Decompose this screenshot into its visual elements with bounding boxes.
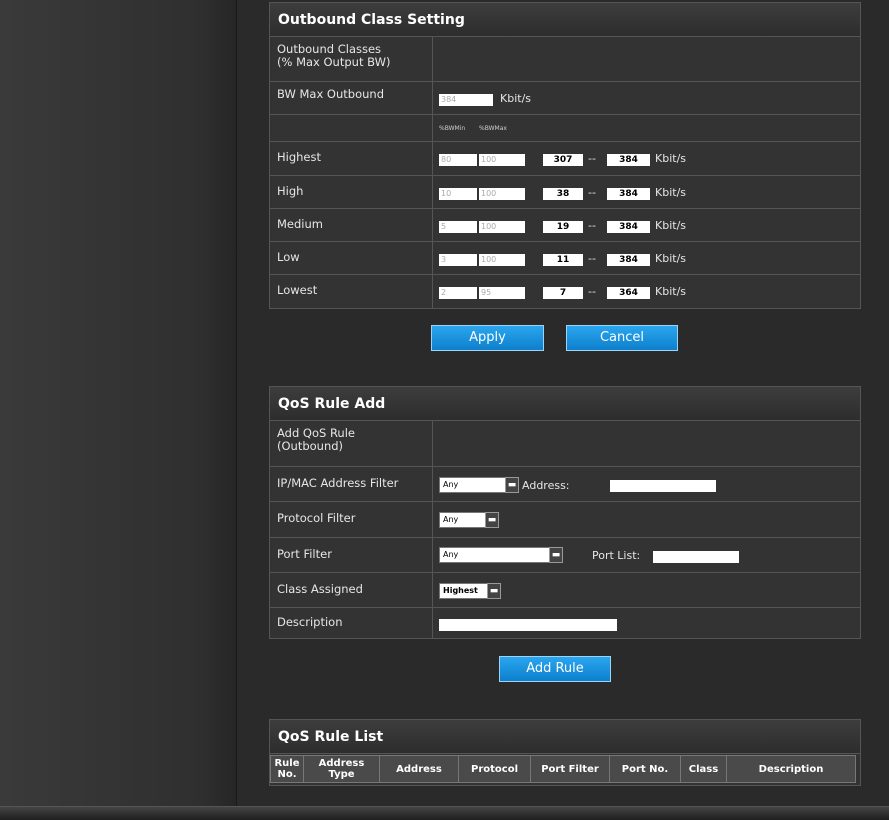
- port-filter-label: Port Filter: [270, 538, 433, 572]
- bw-min-input[interactable]: 3: [439, 254, 477, 266]
- bw-max-outbound-label: BW Max Outbound: [270, 82, 433, 114]
- protocol-filter-label: Protocol Filter: [270, 502, 433, 537]
- bottom-bar: [0, 806, 889, 820]
- class-assigned-select[interactable]: Highest ▬: [439, 583, 501, 599]
- class-label: Medium: [270, 209, 433, 241]
- ipmac-filter-label: IP/MAC Address Filter: [270, 467, 433, 501]
- sidebar: [0, 0, 237, 806]
- bw-max-header: %BWMax: [479, 125, 507, 132]
- qos-rule-list-panel: QoS Rule List Rule No. Address Type Addres…: [269, 719, 861, 786]
- table-header-row: Rule No. Address Type Address Protocol Port …: [270, 755, 856, 783]
- column-header: Port No.: [609, 755, 681, 783]
- bw-unit: Kbit/s: [500, 92, 532, 105]
- column-header: Description: [726, 755, 856, 783]
- bw-min-header: %BWMin: [439, 125, 466, 132]
- kbit-high-value: 364: [607, 287, 650, 299]
- chevron-down-icon: ▬: [549, 547, 563, 563]
- kbit-unit: Kbit/s: [655, 219, 687, 232]
- description-label: Description: [270, 608, 433, 638]
- outbound-classes-row: Outbound Classes (% Max Output BW): [270, 37, 860, 82]
- description-row: Description: [270, 608, 860, 638]
- class-row-low: Low 3 100 11 -- 384 Kbit/s: [270, 242, 860, 275]
- kbit-high-value: 384: [607, 188, 650, 200]
- kbit-unit: Kbit/s: [655, 252, 687, 265]
- protocol-filter-select[interactable]: Any ▬: [439, 512, 499, 528]
- column-header: Address: [379, 755, 459, 783]
- bw-min-input[interactable]: 10: [439, 188, 477, 200]
- qos-rule-add-panel: QoS Rule Add Add QoS Rule (Outbound) IP/…: [269, 386, 861, 639]
- bw-max-input[interactable]: 100: [479, 254, 525, 266]
- add-qos-rule-label: Add QoS Rule (Outbound): [270, 421, 433, 466]
- protocol-filter-row: Protocol Filter Any ▬: [270, 502, 860, 538]
- port-filter-select[interactable]: Any ▬: [439, 547, 563, 563]
- range-dash: --: [588, 252, 596, 265]
- chevron-down-icon: ▬: [485, 512, 499, 528]
- bw-max-input[interactable]: 100: [479, 188, 525, 200]
- class-assigned-row: Class Assigned Highest ▬: [270, 573, 860, 608]
- column-header-row: %BWMin %BWMax: [270, 115, 860, 142]
- ipmac-filter-select[interactable]: Any ▬: [439, 477, 519, 493]
- description-input[interactable]: [439, 619, 617, 631]
- kbit-high-value: 384: [607, 154, 650, 166]
- kbit-low-value: 19: [543, 221, 583, 233]
- kbit-unit: Kbit/s: [655, 186, 687, 199]
- kbit-low-value: 38: [543, 188, 583, 200]
- class-label: High: [270, 176, 433, 208]
- ipmac-filter-row: IP/MAC Address Filter Any ▬ Address:: [270, 467, 860, 502]
- range-dash: --: [588, 285, 596, 298]
- column-header: Protocol: [458, 755, 531, 783]
- bw-max-outbound-row: BW Max Outbound 384 Kbit/s: [270, 82, 860, 115]
- address-input[interactable]: [610, 480, 716, 492]
- kbit-unit: Kbit/s: [655, 152, 687, 165]
- chevron-down-icon: ▬: [487, 583, 501, 599]
- range-dash: --: [588, 219, 596, 232]
- port-list-label: Port List:: [592, 549, 641, 562]
- kbit-low-value: 307: [543, 154, 583, 166]
- class-row-medium: Medium 5 100 19 -- 384 Kbit/s: [270, 209, 860, 242]
- qos-rule-list-title: QoS Rule List: [270, 720, 860, 754]
- range-dash: --: [588, 152, 596, 165]
- bw-max-input[interactable]: 95: [479, 287, 525, 299]
- port-filter-row: Port Filter Any ▬ Port List:: [270, 538, 860, 573]
- port-list-input[interactable]: [653, 551, 739, 563]
- bw-min-input[interactable]: 5: [439, 221, 477, 233]
- kbit-high-value: 384: [607, 254, 650, 266]
- add-rule-button[interactable]: Add Rule: [499, 656, 611, 682]
- chevron-down-icon: ▬: [505, 477, 519, 493]
- qos-rule-table: Rule No. Address Type Address Protocol Port …: [270, 755, 856, 783]
- bw-max-input[interactable]: 100: [479, 221, 525, 233]
- bw-max-input[interactable]: 100: [479, 154, 525, 166]
- cancel-button[interactable]: Cancel: [566, 325, 678, 351]
- kbit-low-value: 11: [543, 254, 583, 266]
- class-row-lowest: Lowest 2 95 7 -- 364 Kbit/s: [270, 275, 860, 308]
- bw-max-outbound-input[interactable]: 384: [439, 94, 493, 106]
- kbit-high-value: 384: [607, 221, 650, 233]
- outbound-class-title: Outbound Class Setting: [270, 3, 860, 37]
- column-header: Address Type: [303, 755, 380, 783]
- kbit-low-value: 7: [543, 287, 583, 299]
- class-label: Lowest: [270, 275, 433, 308]
- address-label: Address:: [522, 479, 570, 492]
- class-label: Low: [270, 242, 433, 274]
- class-assigned-label: Class Assigned: [270, 573, 433, 607]
- class-row-high: High 10 100 38 -- 384 Kbit/s: [270, 176, 860, 209]
- bw-min-input[interactable]: 2: [439, 287, 477, 299]
- outbound-class-setting-panel: Outbound Class Setting Outbound Classes …: [269, 2, 861, 309]
- kbit-unit: Kbit/s: [655, 285, 687, 298]
- range-dash: --: [588, 186, 596, 199]
- column-header: Rule No.: [270, 755, 304, 783]
- qos-rule-add-title: QoS Rule Add: [270, 387, 860, 421]
- add-qos-rule-row: Add QoS Rule (Outbound): [270, 421, 860, 467]
- column-header: Port Filter: [530, 755, 610, 783]
- class-row-highest: Highest 80 100 307 -- 384 Kbit/s: [270, 142, 860, 176]
- apply-button[interactable]: Apply: [431, 325, 544, 351]
- class-label: Highest: [270, 142, 433, 175]
- column-header: Class: [680, 755, 727, 783]
- outbound-classes-label: Outbound Classes (% Max Output BW): [270, 37, 433, 81]
- bw-min-input[interactable]: 80: [439, 154, 477, 166]
